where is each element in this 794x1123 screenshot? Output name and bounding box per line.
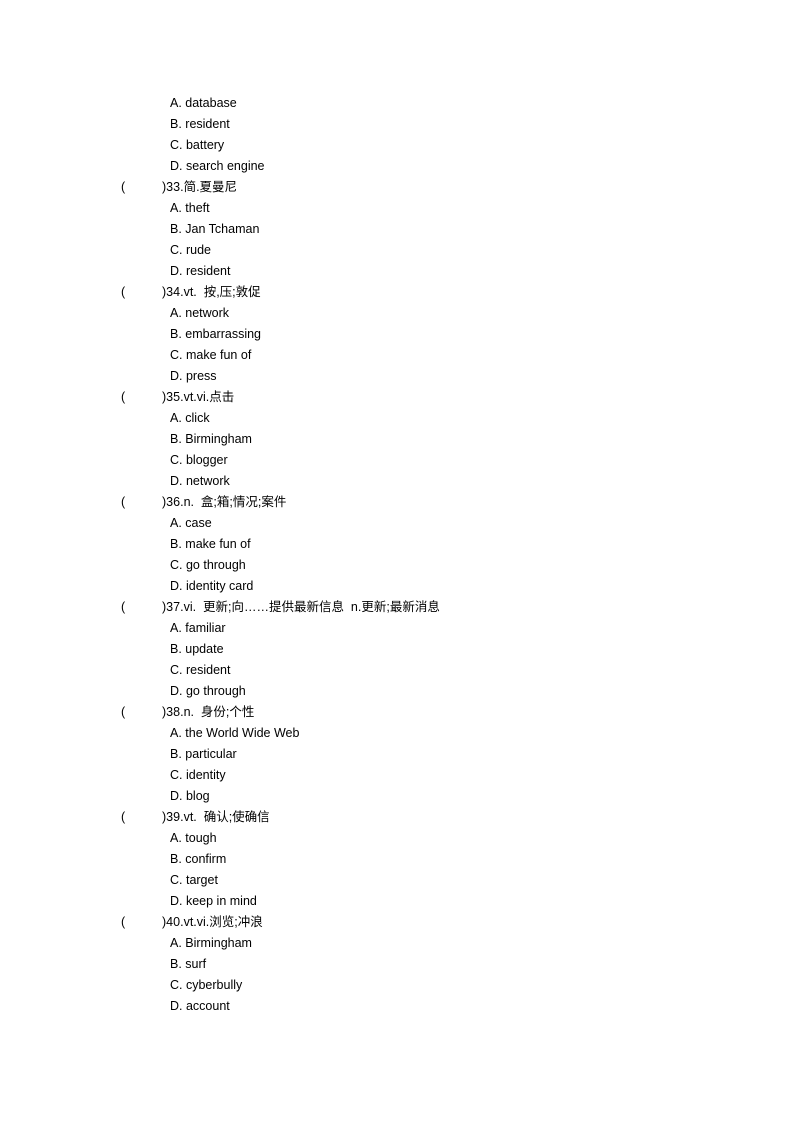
question-block: () 34. vt. 按,压;敦促 A. network B. embarrassi… xyxy=(0,282,794,387)
question-block: () 38. n. 身份;个性 A. the World Wide Web B. p… xyxy=(0,702,794,807)
option-line: B. resident xyxy=(170,117,230,131)
option-line[interactable]: B. Jan Tchaman xyxy=(0,219,794,240)
option-line[interactable]: D. resident xyxy=(0,261,794,282)
option-line[interactable]: A. click xyxy=(0,408,794,429)
option-line[interactable]: C. cyberbully xyxy=(0,975,794,996)
option-line[interactable]: B. update xyxy=(0,639,794,660)
question-number: 33. xyxy=(166,180,184,194)
leading-option-group: A. database B. resident C. battery D. se… xyxy=(0,93,794,177)
option-line: A. database xyxy=(170,96,237,110)
answer-blank-paren-open[interactable]: ( xyxy=(121,807,162,828)
option-line[interactable]: B. make fun of xyxy=(0,534,794,555)
question-stem-text: vt. 确认;使确信 xyxy=(183,810,270,824)
option-line[interactable]: A. Birmingham xyxy=(0,933,794,954)
option-line[interactable]: A. the World Wide Web xyxy=(0,723,794,744)
question-stem-line: () 36. n. 盒;箱;情况;案件 xyxy=(0,492,794,513)
question-block: () 37. vi. 更新;向……提供最新信息 n.更新;最新消息 A. famil… xyxy=(0,597,794,702)
question-stem-text: 简.夏曼尼 xyxy=(183,180,238,194)
option-line[interactable]: A. familiar xyxy=(0,618,794,639)
question-block: () 36. n. 盒;箱;情况;案件 A. case B. make fun of… xyxy=(0,492,794,597)
question-number: 40. xyxy=(166,915,184,929)
answer-blank-paren-open[interactable]: ( xyxy=(121,912,162,933)
option-line[interactable]: B. particular xyxy=(0,744,794,765)
question-stem-line: () 40. vt.vi.浏览;冲浪 xyxy=(0,912,794,933)
question-stem-line: () 35. vt.vi.点击 xyxy=(0,387,794,408)
option-line[interactable]: D. keep in mind xyxy=(0,891,794,912)
option-line[interactable]: C. go through xyxy=(0,555,794,576)
answer-blank-paren-open[interactable]: ( xyxy=(121,492,162,513)
document-body: A. database B. resident C. battery D. se… xyxy=(0,93,794,1017)
option-line[interactable]: D. account xyxy=(0,996,794,1017)
option-line[interactable]: D. blog xyxy=(0,786,794,807)
question-number: 36. xyxy=(166,495,184,509)
question-stem-line: () 38. n. 身份;个性 xyxy=(0,702,794,723)
option-line: D. search engine xyxy=(170,159,265,173)
option-line[interactable]: C. resident xyxy=(0,660,794,681)
answer-blank-paren-open[interactable]: ( xyxy=(121,177,162,198)
question-stem-text: n. 盒;箱;情况;案件 xyxy=(183,495,287,509)
question-stem-text: vt.vi.浏览;冲浪 xyxy=(183,915,263,929)
answer-blank-paren-open[interactable]: ( xyxy=(121,387,162,408)
question-number: 35. xyxy=(166,390,184,404)
question-stem-line: () 33. 简.夏曼尼 xyxy=(0,177,794,198)
option-line[interactable]: B. Birmingham xyxy=(0,429,794,450)
answer-blank-paren-open[interactable]: ( xyxy=(121,282,162,303)
question-block: () 40. vt.vi.浏览;冲浪 A. Birmingham B. surf C… xyxy=(0,912,794,1017)
option-line[interactable]: C. identity xyxy=(0,765,794,786)
option-line[interactable]: B. confirm xyxy=(0,849,794,870)
question-block: () 39. vt. 确认;使确信 A. tough B. confirm C. t… xyxy=(0,807,794,912)
option-line[interactable]: A. theft xyxy=(0,198,794,219)
option-line[interactable]: D. network xyxy=(0,471,794,492)
option-line[interactable]: A. tough xyxy=(0,828,794,849)
question-number: 38. xyxy=(166,705,184,719)
question-stem-text: vt.vi.点击 xyxy=(183,390,235,404)
option-line[interactable]: C. target xyxy=(0,870,794,891)
question-number: 34. xyxy=(166,285,184,299)
option-line[interactable]: B. embarrassing xyxy=(0,324,794,345)
option-line[interactable]: C. rude xyxy=(0,240,794,261)
question-number: 37. xyxy=(166,600,184,614)
question-stem-text: vt. 按,压;敦促 xyxy=(183,285,261,299)
question-stem-text: n. 身份;个性 xyxy=(183,705,255,719)
question-stem-line: () 39. vt. 确认;使确信 xyxy=(0,807,794,828)
question-block: () 33. 简.夏曼尼 A. theft B. Jan Tchaman C. ru… xyxy=(0,177,794,282)
option-line: C. battery xyxy=(170,138,225,152)
question-stem-text: vi. 更新;向……提供最新信息 n.更新;最新消息 xyxy=(183,600,440,614)
option-line[interactable]: B. surf xyxy=(0,954,794,975)
question-stem-line: () 34. vt. 按,压;敦促 xyxy=(0,282,794,303)
question-block: () 35. vt.vi.点击 A. click B. Birmingham C. … xyxy=(0,387,794,492)
answer-blank-paren-open[interactable]: ( xyxy=(121,597,162,618)
question-stem-line: () 37. vi. 更新;向……提供最新信息 n.更新;最新消息 xyxy=(0,597,794,618)
option-line[interactable]: A. case xyxy=(0,513,794,534)
answer-blank-paren-open[interactable]: ( xyxy=(121,702,162,723)
question-number: 39. xyxy=(166,810,184,824)
option-line[interactable]: C. blogger xyxy=(0,450,794,471)
option-line[interactable]: D. go through xyxy=(0,681,794,702)
option-line[interactable]: D. identity card xyxy=(0,576,794,597)
option-line[interactable]: D. press xyxy=(0,366,794,387)
document-page: A. database B. resident C. battery D. se… xyxy=(0,0,794,1123)
option-line[interactable]: C. make fun of xyxy=(0,345,794,366)
option-line[interactable]: A. network xyxy=(0,303,794,324)
